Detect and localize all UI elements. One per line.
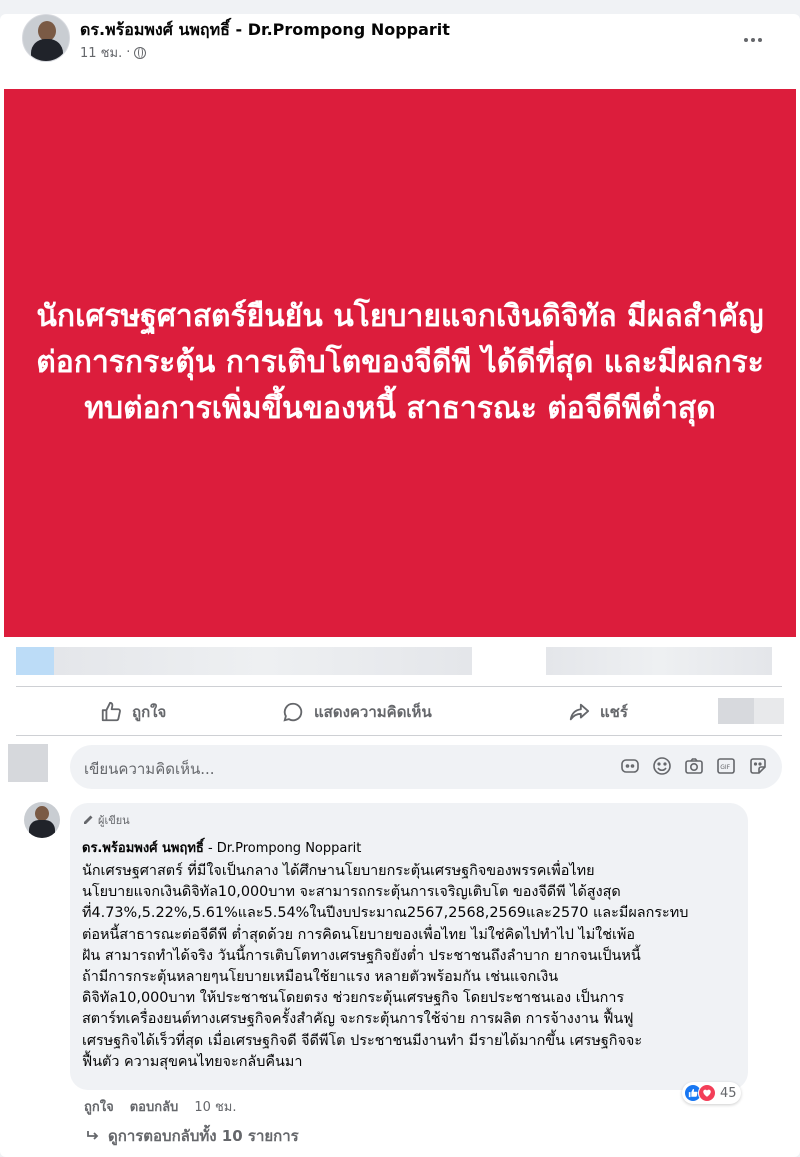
more-options-icon[interactable] (738, 30, 768, 50)
blurred-reactions-text (54, 647, 472, 675)
blurred-avatar-select (718, 698, 754, 724)
comment-time[interactable]: 10 ชม. (194, 1096, 236, 1117)
comment-reactions[interactable]: 45 (682, 1082, 741, 1104)
pen-icon (84, 815, 93, 824)
blurred-user-avatar (8, 744, 48, 782)
comment-author[interactable]: ดร.พร้อมพงศ์ นพฤทธิ์ - Dr.Prompong Noppa… (82, 837, 736, 858)
post-meta: 11 ชม. · (80, 42, 147, 63)
reply-arrow-icon (87, 1131, 99, 1140)
comment-body: นักเศรษฐศาสตร์ ที่มีใจเป็นกลาง ได้ศึกษาน… (82, 863, 689, 1070)
post-actions: ถูกใจ แสดงความคิดเห็น แชร์ (16, 690, 782, 734)
post-author[interactable]: ดร.พร้อมพงศ์ นพฤทธิ์ - Dr.Prompong Noppa… (80, 18, 450, 43)
blurred-counts (546, 647, 772, 675)
sticker-icon[interactable] (748, 756, 768, 776)
divider (16, 686, 782, 687)
share-button[interactable]: แชร์ (568, 698, 628, 726)
camera-icon[interactable] (684, 756, 704, 776)
post-banner[interactable]: นักเศรษฐศาสตร์ยืนยัน นโยบายแจกเงินดิจิทั… (4, 89, 796, 637)
comment-bubble: ผู้เขียน ดร.พร้อมพงศ์ นพฤทธิ์ - Dr.Promp… (70, 803, 748, 1090)
banner-text: นักเศรษฐศาสตร์ยืนยัน นโยบายแจกเงินดิจิทั… (36, 299, 764, 426)
post-header: ดร.พร้อมพงศ์ นพฤทธิ์ - Dr.Prompong Noppa… (22, 14, 782, 74)
reaction-count: 45 (720, 1085, 737, 1101)
globe-icon (134, 46, 147, 59)
comment-actions: ถูกใจ ตอบกลับ 10 ชม. (84, 1096, 237, 1117)
thumbs-up-icon (101, 701, 121, 722)
gif-icon[interactable]: GIF (716, 756, 736, 776)
emoji-icon[interactable] (652, 756, 672, 776)
comment-reply-button[interactable]: ตอบกลับ (130, 1096, 179, 1117)
view-replies-button[interactable]: ดูการตอบกลับทั้ง 10 รายการ (86, 1124, 299, 1148)
post-time[interactable]: 11 ชม. (80, 42, 122, 63)
blurred-avatar-select (754, 698, 784, 724)
avatar-sticker-icon[interactable] (620, 756, 640, 776)
author-avatar[interactable] (22, 14, 70, 62)
comment-button[interactable]: แสดงความคิดเห็น (282, 698, 432, 726)
divider (16, 735, 782, 736)
commenter-avatar[interactable] (24, 802, 60, 838)
love-reaction-icon (698, 1084, 716, 1102)
comment-input[interactable]: เขียนความคิดเห็น... (84, 757, 215, 781)
share-arrow-icon (569, 703, 590, 721)
comment-composer[interactable]: เขียนความคิดเห็น... GIF (70, 745, 782, 789)
speech-bubble-icon (283, 702, 303, 722)
blurred-reactions (16, 647, 54, 675)
composer-icons: GIF (620, 756, 768, 776)
author-badge: ผู้เขียน (82, 811, 736, 829)
like-button[interactable]: ถูกใจ (100, 698, 166, 726)
svg-text:GIF: GIF (720, 764, 730, 771)
comment-like-button[interactable]: ถูกใจ (84, 1096, 114, 1117)
